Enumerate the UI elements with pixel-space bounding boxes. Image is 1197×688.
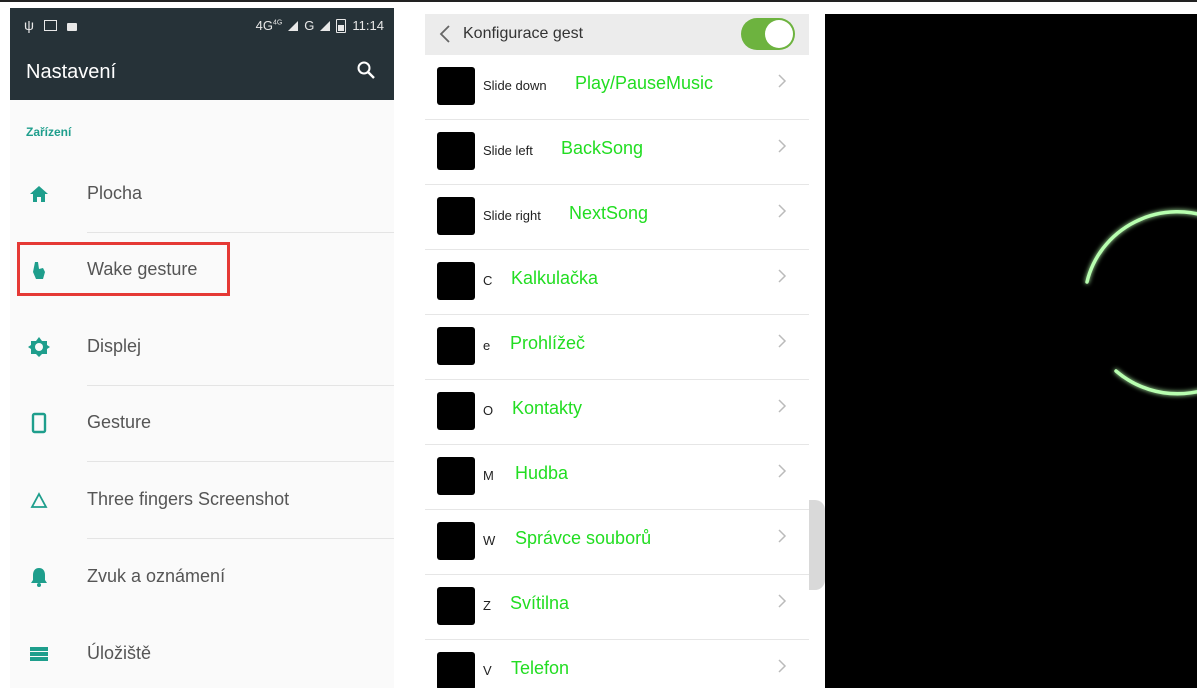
clock: 11:14 [352,18,384,33]
network-type: 4G4G [255,18,283,33]
gesture-trace [1085,210,1197,396]
search-icon[interactable] [356,60,376,80]
brightness-icon [28,337,50,357]
gesture-action: Telefon [511,658,570,678]
signal-2-icon [320,20,331,31]
gesture-row[interactable]: Z Svítilna [425,575,809,640]
scroll-edge [809,500,825,590]
triangle-icon [30,492,48,508]
status-bar: ψ 4G4G G 11:14 [10,8,394,44]
gesture-action: Kalkulačka [511,268,599,288]
gesture-preview [437,392,475,430]
settings-item-zvuk[interactable]: Zvuk a oznámení [10,540,394,616]
chevron-right-icon [778,529,787,543]
section-header: Zařízení [26,125,72,139]
bell-icon [31,568,47,587]
gesture-row[interactable]: V Telefon [425,640,809,688]
gesture-action: NextSong [569,203,649,223]
gesture-row[interactable]: O Kontakty [425,380,809,445]
gesture-action: Hudba [515,463,569,483]
gesture-action: Správce souborů [515,528,652,548]
chevron-right-icon [778,269,787,283]
gesture-preview [437,197,475,235]
gesture-label: V [483,663,492,678]
settings-item-three-fingers[interactable]: Three fingers Screenshot [10,463,394,539]
gesture-label: M [483,468,494,483]
header-bar: Konfigurace gest [425,14,809,55]
settings-item-label: Displej [87,336,142,356]
gesture-preview [437,327,475,365]
gesture-action: Prohlížeč [510,333,586,353]
c-gesture-stroke [1085,210,1197,396]
gesture-toggle[interactable] [741,18,795,50]
gesture-preview [437,457,475,495]
page-title: Nastavení [26,61,117,83]
settings-item-gesture[interactable]: Gesture [10,386,394,462]
gesture-action: Svítilna [510,593,570,613]
app-toolbar: Nastavení [10,44,394,100]
gesture-row[interactable]: W Správce souborů [425,510,809,575]
settings-item-label: Plocha [87,183,143,203]
gesture-preview [437,652,475,688]
gesture-config-screen: Konfigurace gest Slide down Play/PauseMu… [425,14,809,688]
gesture-label: Z [483,598,491,613]
chevron-right-icon [778,139,787,153]
network-type-2: G [304,18,315,33]
phone-icon [31,412,47,434]
storage-icon [30,647,48,661]
lock-icon [66,23,77,31]
gesture-row[interactable]: e Prohlížeč [425,315,809,380]
settings-item-label: Gesture [87,412,152,432]
settings-item-uloziste[interactable]: Úložiště [10,617,394,688]
gesture-row[interactable]: C Kalkulačka [425,250,809,315]
gesture-action: BackSong [561,138,644,158]
divider [87,538,394,539]
gesture-preview [437,67,475,105]
usb-icon: ψ [24,17,34,33]
gesture-label: O [483,403,494,418]
chevron-right-icon [778,464,787,478]
gesture-row[interactable]: Slide left BackSong [425,120,809,185]
gesture-label: e [483,338,491,353]
toggle-knob [765,20,793,48]
gesture-preview [437,587,475,625]
gesture-preview [437,132,475,170]
top-border [0,0,1197,2]
gesture-preview-screen [825,14,1197,688]
gesture-row[interactable]: Slide right NextSong [425,185,809,250]
settings-item-label: Three fingers Screenshot [87,489,290,509]
signal-icon [288,20,299,31]
gesture-row[interactable]: M Hudba [425,445,809,510]
settings-screen: ψ 4G4G G 11:14 Nastavení Zařízení Plocha… [10,8,394,688]
chevron-right-icon [778,659,787,673]
divider [87,461,394,462]
image-icon [43,19,57,31]
battery-icon [336,18,347,33]
gesture-label: C [483,273,493,288]
gesture-label: Slide left [483,143,533,158]
gesture-action: Play/PauseMusic [575,73,714,93]
gesture-label: Slide down [483,78,547,93]
back-chevron-icon[interactable] [439,24,451,44]
home-icon [30,186,48,202]
gesture-label: W [483,533,496,548]
settings-item-label: Zvuk a oznámení [87,566,226,586]
chevron-right-icon [778,204,787,218]
settings-item-displej[interactable]: Displej [10,310,394,386]
gesture-preview [437,522,475,560]
chevron-right-icon [778,399,787,413]
chevron-right-icon [778,74,787,88]
chevron-right-icon [778,334,787,348]
page-title: Konfigurace gest [463,25,584,42]
highlight-box [17,242,230,296]
settings-item-label: Úložiště [87,643,152,663]
gesture-row[interactable]: Slide down Play/PauseMusic [425,55,809,120]
gesture-preview [437,262,475,300]
chevron-right-icon [778,594,787,608]
gesture-action: Kontakty [512,398,583,418]
settings-item-plocha[interactable]: Plocha [10,157,394,233]
gesture-label: Slide right [483,208,541,223]
